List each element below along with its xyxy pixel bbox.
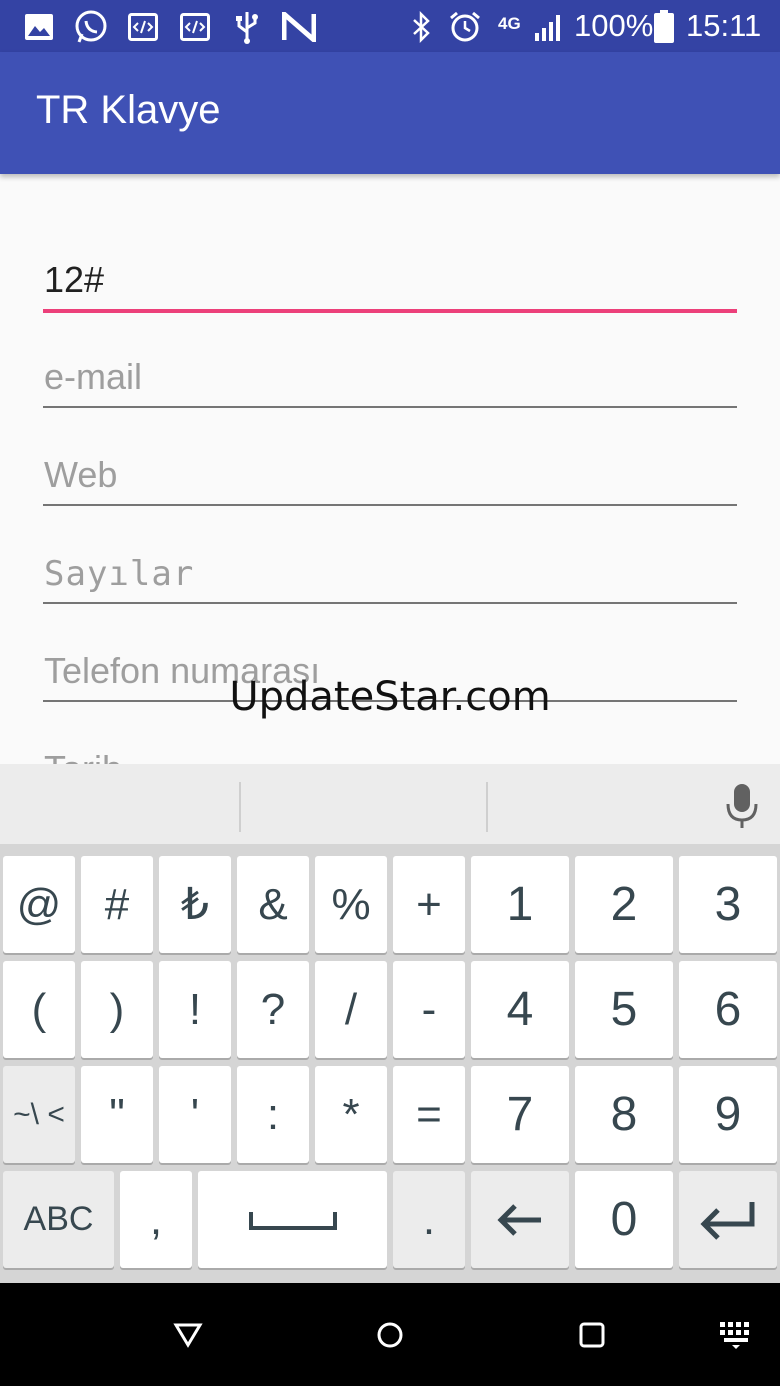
battery-icon <box>652 10 676 44</box>
key-space[interactable] <box>198 1171 387 1268</box>
key-open-paren[interactable]: ( <box>3 961 75 1058</box>
key-7[interactable]: 7 <box>471 1066 569 1163</box>
keyboard: @ # ₺ & % + 1 2 3 ( ) ! ? / - 4 5 6 ~\ <… <box>0 764 780 1283</box>
key-9[interactable]: 9 <box>679 1066 777 1163</box>
date-field[interactable] <box>43 740 737 764</box>
app-bar: TR Klavye <box>0 52 780 174</box>
key-at[interactable]: @ <box>3 856 75 953</box>
web-input[interactable] <box>44 454 734 496</box>
email-input[interactable] <box>44 356 734 398</box>
key-6[interactable]: 6 <box>679 961 777 1058</box>
key-close-paren[interactable]: ) <box>81 961 153 1058</box>
key-grid: @ # ₺ & % + 1 2 3 ( ) ! ? / - 4 5 6 ~\ <… <box>0 844 780 1283</box>
text-input[interactable] <box>44 259 734 301</box>
key-3[interactable]: 3 <box>679 856 777 953</box>
image-icon <box>24 10 54 44</box>
key-plus[interactable]: + <box>393 856 465 953</box>
microphone-icon[interactable] <box>722 782 762 830</box>
suggestion-divider <box>239 782 241 832</box>
key-abc[interactable]: ABC <box>3 1171 114 1268</box>
email-field[interactable] <box>43 348 737 408</box>
key-percent[interactable]: % <box>315 856 387 953</box>
home-icon[interactable] <box>368 1313 412 1357</box>
key-8[interactable]: 8 <box>575 1066 673 1163</box>
key-colon[interactable]: : <box>237 1066 309 1163</box>
key-period[interactable]: . <box>393 1171 465 1268</box>
key-single-quote[interactable]: ' <box>159 1066 231 1163</box>
battery-percent: 100% <box>574 8 654 43</box>
key-enter[interactable] <box>679 1171 777 1268</box>
key-exclamation[interactable]: ! <box>159 961 231 1058</box>
enter-icon <box>700 1201 755 1240</box>
web-field[interactable] <box>43 446 737 506</box>
key-2[interactable]: 2 <box>575 856 673 953</box>
whatsapp-icon <box>72 10 110 44</box>
key-double-quote[interactable]: " <box>81 1066 153 1163</box>
key-backspace[interactable] <box>471 1171 569 1268</box>
status-bar: 4G 100% 15:11 <box>0 0 780 52</box>
alarm-icon <box>448 10 482 44</box>
key-question[interactable]: ? <box>237 961 309 1058</box>
key-more-symbols[interactable]: ~\ < <box>3 1066 75 1163</box>
recents-icon[interactable] <box>570 1313 614 1357</box>
key-1[interactable]: 1 <box>471 856 569 953</box>
text-field[interactable] <box>43 252 737 313</box>
key-minus[interactable]: - <box>393 961 465 1058</box>
backspace-icon <box>497 1203 541 1236</box>
bluetooth-icon <box>410 10 434 44</box>
signal-icon <box>532 10 566 44</box>
key-hash[interactable]: # <box>81 856 153 953</box>
clock: 15:11 <box>686 8 762 43</box>
n-icon <box>282 10 316 44</box>
key-lira[interactable]: ₺ <box>159 856 231 953</box>
navigation-bar <box>0 1283 780 1386</box>
code-icon <box>128 10 158 44</box>
key-comma[interactable]: , <box>120 1171 192 1268</box>
key-ampersand[interactable]: & <box>237 856 309 953</box>
key-asterisk[interactable]: * <box>315 1066 387 1163</box>
back-icon[interactable] <box>166 1313 210 1357</box>
numbers-field[interactable] <box>43 544 737 604</box>
watermark: UpdateStar.com <box>229 674 551 720</box>
key-5[interactable]: 5 <box>575 961 673 1058</box>
suggestion-strip <box>0 764 780 844</box>
keyboard-switch-icon[interactable] <box>716 1313 758 1357</box>
code-icon <box>180 10 210 44</box>
suggestion-divider <box>486 782 488 832</box>
key-0[interactable]: 0 <box>575 1171 673 1268</box>
key-equals[interactable]: = <box>393 1066 465 1163</box>
space-icon <box>248 1211 337 1230</box>
network-type: 4G <box>498 14 521 33</box>
date-input[interactable] <box>44 748 734 764</box>
numbers-input[interactable] <box>44 554 734 594</box>
app-title: TR Klavye <box>36 88 221 132</box>
usb-icon <box>232 10 262 44</box>
key-slash[interactable]: / <box>315 961 387 1058</box>
key-4[interactable]: 4 <box>471 961 569 1058</box>
